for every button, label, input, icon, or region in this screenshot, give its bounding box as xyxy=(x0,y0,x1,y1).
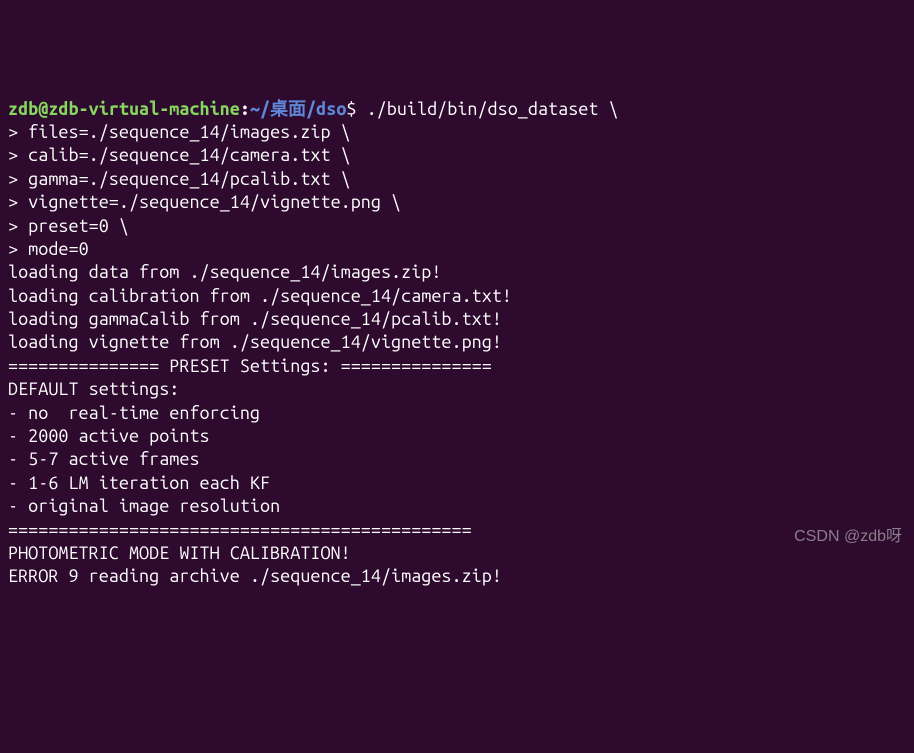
output-line: loading calibration from ./sequence_14/c… xyxy=(8,285,906,308)
command-arg: calib=./sequence_14/camera.txt \ xyxy=(28,145,351,165)
setting-line: - 5-7 active frames xyxy=(8,448,906,471)
setting-line: - original image resolution xyxy=(8,495,906,518)
continuation-prefix: > xyxy=(8,122,28,142)
current-path: ~/桌面/dso xyxy=(250,99,346,119)
command-arg: preset=0 \ xyxy=(28,216,129,236)
command-arg-line: > calib=./sequence_14/camera.txt \ xyxy=(8,144,906,167)
continuation-prefix: > xyxy=(8,216,28,236)
default-settings-title: DEFAULT settings: xyxy=(8,378,906,401)
command-arg-line: > gamma=./sequence_14/pcalib.txt \ xyxy=(8,168,906,191)
command-arg: vignette=./sequence_14/vignette.png \ xyxy=(28,192,401,212)
command-arg-line: > preset=0 \ xyxy=(8,215,906,238)
divider-line: ========================================… xyxy=(8,519,906,542)
preset-header: =============== PRESET Settings: =======… xyxy=(8,355,906,378)
continuation-prefix: > xyxy=(8,239,28,259)
command-arg-line: > files=./sequence_14/images.zip \ xyxy=(8,121,906,144)
command-arg: gamma=./sequence_14/pcalib.txt \ xyxy=(28,169,351,189)
command-arg: mode=0 xyxy=(28,239,88,259)
setting-line: - no real-time enforcing xyxy=(8,402,906,425)
prompt-colon: : xyxy=(240,99,250,119)
command-arg: files=./sequence_14/images.zip \ xyxy=(28,122,351,142)
error-line: ERROR 9 reading archive ./sequence_14/im… xyxy=(8,565,906,588)
terminal-output[interactable]: zdb@zdb-virtual-machine:~/桌面/dso$ ./buil… xyxy=(8,98,906,589)
output-line: loading data from ./sequence_14/images.z… xyxy=(8,261,906,284)
prompt-line: zdb@zdb-virtual-machine:~/桌面/dso$ ./buil… xyxy=(8,98,906,121)
command-arg-line: > mode=0 xyxy=(8,238,906,261)
photometric-line: PHOTOMETRIC MODE WITH CALIBRATION! xyxy=(8,542,906,565)
continuation-prefix: > xyxy=(8,169,28,189)
watermark: CSDN @zdb呀 xyxy=(794,527,902,548)
output-line: loading gammaCalib from ./sequence_14/pc… xyxy=(8,308,906,331)
prompt-dollar: $ xyxy=(346,99,356,119)
command-arg-line: > vignette=./sequence_14/vignette.png \ xyxy=(8,191,906,214)
setting-line: - 2000 active points xyxy=(8,425,906,448)
continuation-prefix: > xyxy=(8,145,28,165)
output-line: loading vignette from ./sequence_14/vign… xyxy=(8,331,906,354)
setting-line: - 1-6 LM iteration each KF xyxy=(8,472,906,495)
command-exec: ./build/bin/dso_dataset \ xyxy=(357,99,619,119)
continuation-prefix: > xyxy=(8,192,28,212)
user-host: zdb@zdb-virtual-machine xyxy=(8,99,240,119)
